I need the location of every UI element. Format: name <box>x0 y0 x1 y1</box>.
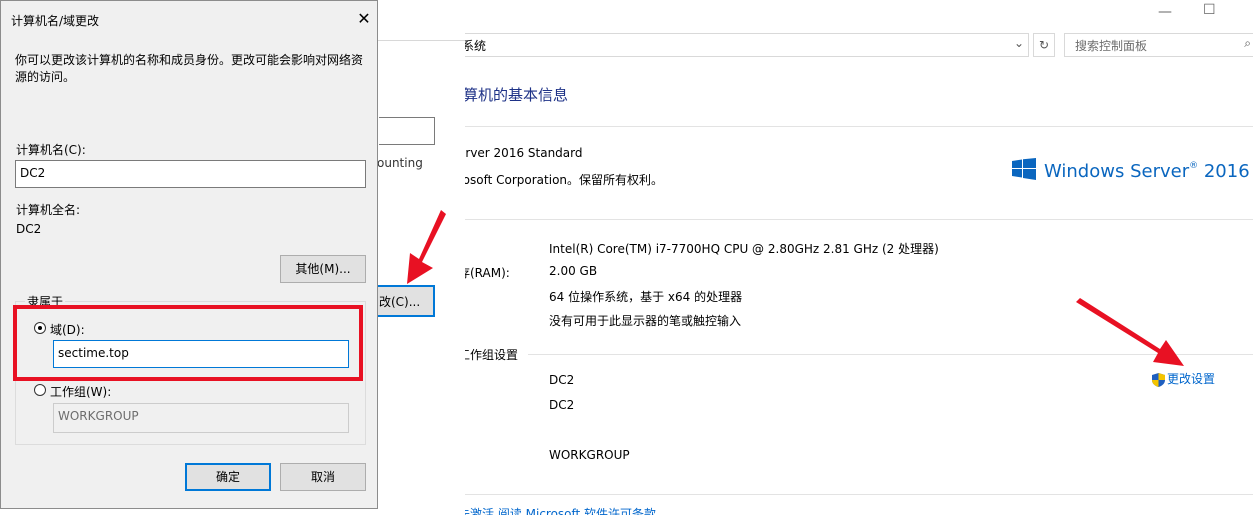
window-frame <box>377 40 465 516</box>
edition-name: erver 2016 Standard <box>458 146 583 160</box>
windows-logo-icon <box>1012 158 1036 180</box>
account-text: ounting <box>377 156 423 170</box>
change-button-label: 改(C)... <box>379 295 421 309</box>
workgroup-value: WORKGROUP <box>549 448 630 462</box>
section-title: 工作组设置 <box>458 348 519 362</box>
address-bar[interactable]: 系统 ⌄ <box>458 33 1029 57</box>
system-type-value: 64 位操作系统，基于 x64 的处理器 <box>549 290 743 304</box>
workgroup-input: WORKGROUP <box>53 403 349 433</box>
control-panel-window: — ☐ 系统 ⌄ ↻ 搜索控制面板 ⌕ 算机的基本信息 erver 2016 S… <box>458 0 1253 515</box>
divider <box>458 494 1253 495</box>
edition-copyright: rosoft Corporation。保留所有权利。 <box>458 173 664 187</box>
workgroup-label[interactable]: 工作组(W): <box>50 383 111 400</box>
minimize-icon[interactable]: — <box>1158 4 1172 20</box>
dialog-description: 你可以更改该计算机的名称和成员身份。更改可能会影响对网络资源的访问。 <box>15 53 364 84</box>
close-icon[interactable]: ✕ <box>353 9 375 28</box>
maximize-icon[interactable]: ☐ <box>1203 2 1216 18</box>
search-placeholder: 搜索控制面板 <box>1075 39 1148 53</box>
processor-value: Intel(R) Core(TM) i7-7700HQ CPU @ 2.80GH… <box>549 242 939 256</box>
change-settings-label: 更改设置 <box>1167 372 1216 386</box>
chevron-down-icon[interactable]: ⌄ <box>1014 36 1024 50</box>
computer-name-dialog: 计算机名/域更改 ✕ 你可以更改该计算机的名称和成员身份。更改可能会影响对网络资… <box>0 0 378 509</box>
computer-name-input[interactable]: DC2 <box>15 160 366 188</box>
activation-link[interactable]: 未激活 阅读 Microsoft 软件许可条款 <box>458 505 656 515</box>
workgroup-input-value: WORKGROUP <box>58 409 139 423</box>
windows-server-logo-text: Windows Server® 2016 <box>1044 161 1250 182</box>
computer-name-value: DC2 <box>549 373 575 387</box>
dialog-title: 计算机名/域更改 <box>11 14 100 28</box>
divider <box>458 126 1253 127</box>
search-icon[interactable]: ⌕ <box>1244 36 1251 51</box>
computer-name-label: 计算机名(C): <box>16 143 86 157</box>
computer-description-field[interactable] <box>379 117 435 145</box>
search-input[interactable]: 搜索控制面板 ⌕ <box>1064 33 1253 57</box>
divider <box>528 354 1253 355</box>
workgroup-radio[interactable] <box>34 384 46 396</box>
computer-name-input-value: DC2 <box>20 166 46 180</box>
pen-touch-value: 没有可用于此显示器的笔或触控输入 <box>549 314 742 328</box>
ok-button[interactable]: 确定 <box>185 463 271 491</box>
full-name-value: DC2 <box>16 222 42 236</box>
more-button[interactable]: 其他(M)... <box>280 255 366 283</box>
full-name-label: 计算机全名: <box>16 203 81 217</box>
ram-label: 存(RAM): <box>458 266 510 280</box>
cancel-button[interactable]: 取消 <box>280 463 366 491</box>
ram-value: 2.00 GB <box>549 264 598 278</box>
shield-icon <box>1152 372 1165 387</box>
system-properties-window: ounting 改(C)... <box>377 0 465 515</box>
change-settings-link[interactable]: 更改设置 <box>1152 370 1215 387</box>
domain-highlight-box <box>13 305 363 381</box>
full-name-value: DC2 <box>549 398 575 412</box>
address-text: 系统 <box>462 39 487 53</box>
refresh-icon[interactable]: ↻ <box>1033 33 1055 57</box>
divider <box>458 219 1253 220</box>
page-title: 算机的基本信息 <box>463 86 569 104</box>
change-button[interactable]: 改(C)... <box>377 285 435 317</box>
